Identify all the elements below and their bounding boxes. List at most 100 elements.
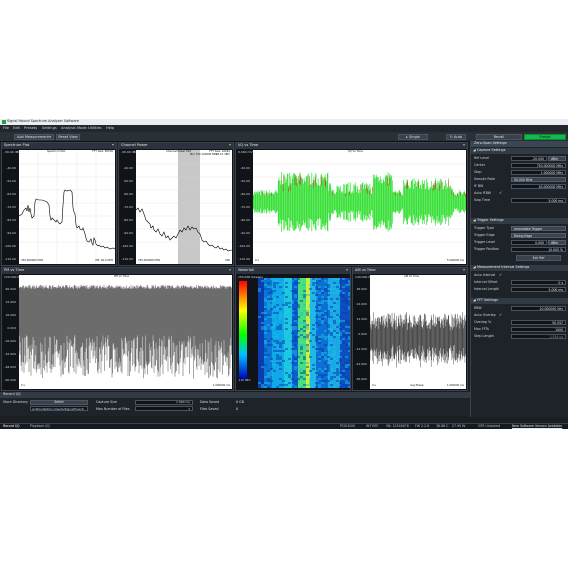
trigger-position-input[interactable]: 10.000 %: [511, 247, 566, 253]
waterfall-cell: [261, 384, 264, 386]
waterfall-cell: [303, 284, 306, 286]
waterfall-plot-area[interactable]: [258, 278, 350, 388]
waterfall-cell: [345, 322, 348, 324]
menu-settings[interactable]: Settings: [42, 126, 57, 131]
waterfall-cell: [288, 374, 291, 376]
step-input[interactable]: 1.000000 MHz: [511, 170, 566, 176]
waterfall-cell: [285, 304, 288, 306]
waterfall-cell: [291, 346, 294, 348]
auto-ifbw-checkbox[interactable]: ✓: [499, 191, 502, 195]
software-update-link[interactable]: New Software Version Available: [512, 424, 562, 428]
capture-settings-header[interactable]: Capture Settings ◢: [471, 148, 568, 154]
menu-edit[interactable]: Edit: [13, 126, 20, 131]
iq-plot-area[interactable]: I/Q Vs Time 0 s 5.000000 ms: [253, 150, 466, 264]
waterfall-cell: [315, 286, 318, 288]
trigger-edge-select[interactable]: Rising Edge: [511, 233, 566, 239]
chevron-down-icon[interactable]: ▾: [463, 268, 465, 272]
chevron-down-icon[interactable]: ▾: [346, 268, 348, 272]
spectrum-plot-area[interactable]: Spectrum Plot FFT Size: 65536 760.000000…: [19, 150, 115, 264]
auto-button[interactable]: ↻ Auto: [446, 133, 466, 140]
auto-interval-checkbox[interactable]: ✓: [499, 273, 502, 277]
select-directory-button[interactable]: Select: [30, 399, 88, 405]
waterfall-cell: [312, 324, 315, 326]
trigger-type-select[interactable]: Immediate Trigger: [511, 226, 566, 232]
capture-size-input[interactable]: 1.000 ms: [135, 399, 193, 405]
waterfall-cell: [330, 378, 333, 380]
recall-button[interactable]: Recall: [476, 133, 522, 140]
fft-settings-header[interactable]: FFT Settings ◢: [471, 298, 568, 304]
channel-power-plot-area[interactable]: Channel Power Plot FFT Size: 16061 Mkr 7…: [136, 150, 232, 264]
waterfall-cell: [303, 298, 306, 300]
single-button[interactable]: ▸ Single: [398, 133, 428, 140]
max-files-input[interactable]: 1: [135, 406, 193, 411]
max-ffts-input[interactable]: 1000: [511, 327, 566, 333]
waterfall-cell: [288, 300, 291, 302]
waterfall-cell: [279, 384, 282, 386]
ifbw-input[interactable]: 40.000000 MHz: [511, 184, 566, 190]
sweep-time-label: Swp Time: [474, 198, 490, 202]
tab-playback-iq[interactable]: Playback I/Q: [30, 424, 50, 428]
trigger-level-unit-select[interactable]: dBm: [548, 240, 566, 246]
tab-record-iq[interactable]: Record I/Q: [3, 424, 20, 428]
y-tick: -100.00: [4, 244, 16, 248]
menu-utilities[interactable]: Utilities: [88, 126, 102, 131]
waterfall-cell: [345, 356, 348, 358]
exit-ref-button[interactable]: Exit Ref: [516, 255, 561, 261]
chevron-down-icon[interactable]: ▾: [229, 143, 231, 147]
waterfall-cell: [258, 314, 261, 316]
waterfall-cell: [348, 280, 350, 282]
chevron-down-icon[interactable]: ▾: [229, 268, 231, 272]
waterfall-cell: [267, 340, 270, 342]
waterfall-cell: [318, 360, 321, 362]
waterfall-cell: [291, 340, 294, 342]
menu-file[interactable]: File: [3, 126, 9, 131]
waterfall-cell: [348, 350, 350, 352]
waterfall-cell: [318, 288, 321, 290]
chevron-down-icon[interactable]: ▾: [112, 143, 114, 147]
trigger-position-label: Trigger Position: [474, 247, 500, 251]
trigger-level-input[interactable]: 0.000: [511, 240, 547, 246]
directory-path-field[interactable]: ar.Shindel/Documents/SignalHound/: [30, 406, 88, 411]
waterfall-cell: [309, 380, 312, 382]
menu-help[interactable]: Help: [106, 126, 114, 131]
waterfall-cell: [348, 382, 350, 384]
waterfall-cell: [279, 324, 282, 326]
waterfall-cell: [303, 336, 306, 338]
preset-button[interactable]: Preset: [524, 133, 566, 140]
waterfall-cell: [333, 334, 336, 336]
auto-overlap-checkbox[interactable]: ✓: [499, 313, 502, 317]
pm-plot-area[interactable]: PM Vs Time 0 s 1.000000 ms: [19, 275, 232, 389]
overlap-input[interactable]: 50.937: [511, 320, 566, 326]
reset-view-button[interactable]: Reset View: [56, 133, 80, 140]
menu-presets[interactable]: Presets: [24, 126, 37, 131]
waterfall-cell: [267, 386, 270, 388]
waterfall-cell: [288, 336, 291, 338]
interval-offset-input[interactable]: 0 s: [511, 280, 566, 286]
center-input[interactable]: 750.000000 MHz: [511, 163, 566, 169]
sweep-time-input[interactable]: 5.000 ms: [511, 198, 566, 204]
waterfall-cell: [291, 328, 294, 330]
interval-length-input[interactable]: 5.000 ms: [511, 287, 566, 293]
waterfall-cell: [285, 280, 288, 282]
waterfall-cell: [330, 288, 333, 290]
waterfall-cell: [315, 288, 318, 290]
waterfall-cell: [294, 358, 297, 360]
menu-analysis-mode[interactable]: Analysis Mode: [61, 126, 87, 131]
waterfall-cell: [339, 350, 342, 352]
ref-level-unit-select[interactable]: dBm: [548, 156, 566, 162]
am-plot-area[interactable]: AM Vs Time 0 s Avg Phase: 1.000000 ms: [370, 275, 466, 389]
waterfall-cell: [318, 374, 321, 376]
interval-settings-header[interactable]: Measurement Interval Settings ◢: [471, 265, 568, 271]
waterfall-cell: [318, 280, 321, 282]
ref-level-input[interactable]: -20.000: [511, 156, 547, 162]
waterfall-cell: [348, 308, 350, 310]
waterfall-cell: [336, 278, 339, 280]
sample-rate-select[interactable]: 50.000 MHz: [511, 177, 566, 183]
chevron-down-icon[interactable]: ▾: [463, 143, 465, 147]
waterfall-cell: [333, 284, 336, 286]
trigger-settings-header[interactable]: Trigger Settings ◢: [471, 218, 568, 224]
add-measurement-dropdown[interactable]: Add Measurement ▾: [14, 133, 54, 140]
rbw-input[interactable]: 10.000000 kHz: [511, 306, 566, 312]
waterfall-cell: [312, 302, 315, 304]
waterfall-cell: [333, 302, 336, 304]
